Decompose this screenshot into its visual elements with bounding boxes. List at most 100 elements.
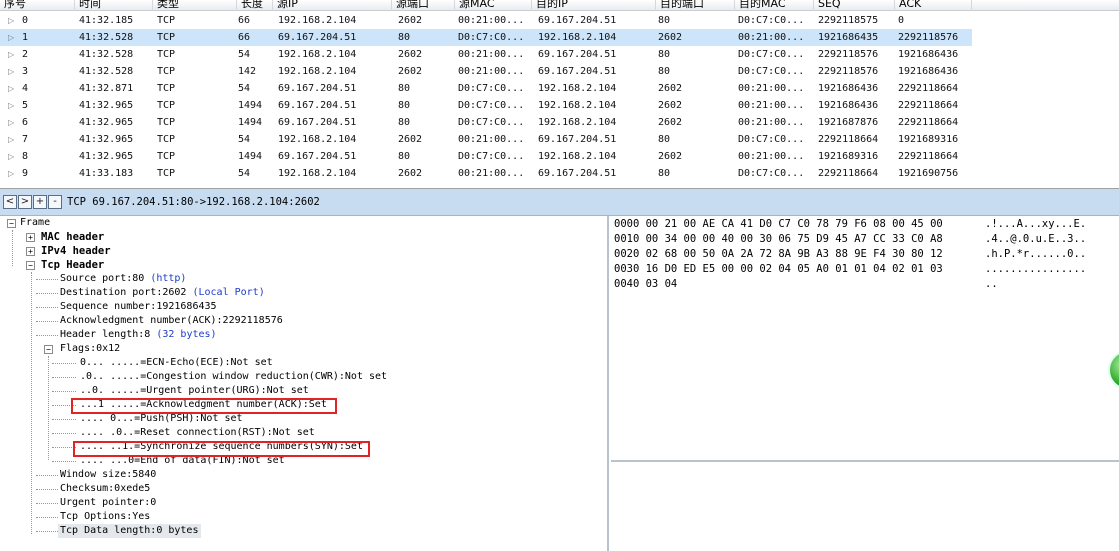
packet-list[interactable]: 序号 时间 类型 长度 源IP 源端口 源MAC 目的IP 目的端口 目的MAC…: [0, 0, 1119, 189]
tree-node-flags[interactable]: Flags:0x12: [60, 342, 120, 356]
ascii-line[interactable]: ..: [985, 277, 998, 291]
row-expand-icon[interactable]: ▷: [8, 29, 14, 46]
tree-node-urgent-pointer[interactable]: Urgent pointer:0: [60, 496, 156, 510]
row-expand-icon[interactable]: ▷: [8, 131, 14, 148]
cell-length: 54: [238, 168, 251, 179]
column-header-dst-ip[interactable]: 目的IP: [532, 0, 656, 11]
tree-node-sequence-number[interactable]: Sequence number:1921686435: [60, 300, 217, 314]
table-row[interactable]: ▷ 8 41:32.965 TCP 1494 69.167.204.51 80 D0:C7:C…: [0, 148, 1119, 165]
column-header-time[interactable]: 时间: [75, 0, 153, 11]
next-button[interactable]: >: [18, 195, 32, 209]
cell-index: 9: [22, 168, 29, 179]
cell-time: 41:32.528: [79, 32, 134, 43]
expand-ipv4-header-icon[interactable]: +: [26, 247, 35, 256]
expand-all-button[interactable]: +: [33, 195, 47, 209]
tree-guide: [36, 531, 58, 532]
cell-type: TCP: [157, 66, 176, 77]
column-header-src-port[interactable]: 源端口: [392, 0, 455, 11]
row-expand-icon[interactable]: ▷: [8, 63, 14, 80]
hex-line[interactable]: 0000 00 21 00 AE CA 41 D0 C7 C0 78 79 F6…: [614, 217, 943, 231]
hex-line[interactable]: 0030 16 D0 ED E5 00 00 02 04 05 A0 01 01…: [614, 262, 943, 276]
cell-type: TCP: [157, 117, 176, 128]
hex-line[interactable]: 0020 02 68 00 50 0A 2A 72 8A 9B A3 88 9E…: [614, 247, 943, 261]
cell-src-ip: 69.167.204.51: [278, 83, 357, 94]
collapse-tcp-header-icon[interactable]: −: [26, 261, 35, 270]
prev-button[interactable]: <: [3, 195, 17, 209]
expand-mac-header-icon[interactable]: +: [26, 233, 35, 242]
tree-node-flag-rst[interactable]: .... .0..=Reset connection(RST):Not set: [80, 426, 315, 440]
table-row[interactable]: ▷ 1 41:32.528 TCP 66 69.167.204.51 80 D0:C7:C0.…: [0, 29, 1119, 46]
table-row[interactable]: ▷ 5 41:32.965 TCP 1494 69.167.204.51 80 D0:C7:C…: [0, 97, 1119, 114]
tree-node-frame[interactable]: Frame: [20, 216, 50, 230]
ascii-line[interactable]: .h.P.*r......0..: [985, 247, 1086, 261]
row-expand-icon[interactable]: ▷: [8, 46, 14, 63]
table-row[interactable]: ▷ 3 41:32.528 TCP 142 192.168.2.104 2602 00:21:…: [0, 63, 1119, 80]
cell-time: 41:32.528: [79, 49, 134, 60]
cell-time: 41:32.965: [79, 117, 134, 128]
ascii-line[interactable]: .!...A...xy...E.: [985, 217, 1086, 231]
cell-type: TCP: [157, 134, 176, 145]
cell-dst-mac: D0:C7:C0...: [738, 49, 805, 60]
ascii-line[interactable]: ................: [985, 262, 1086, 276]
column-header-dst-port[interactable]: 目的端口: [656, 0, 735, 11]
row-expand-icon[interactable]: ▷: [8, 114, 14, 131]
cell-dst-port: 80: [658, 49, 671, 60]
hex-line[interactable]: 0040 03 04: [614, 277, 677, 291]
row-expand-icon[interactable]: ▷: [8, 148, 14, 165]
tree-node-flag-cwr[interactable]: .0.. .....=Congestion window reduction(C…: [80, 370, 387, 384]
tree-node-flag-ece[interactable]: 0... .....=ECN-Echo(ECE):Not set: [80, 356, 273, 370]
column-header-seq[interactable]: SEQ: [814, 0, 895, 11]
column-header-dst-mac[interactable]: 目的MAC: [735, 0, 814, 11]
table-row[interactable]: ▷ 9 41:33.183 TCP 54 192.168.2.104 2602 00:21:0…: [0, 165, 1119, 182]
cell-dst-mac: 00:21:00...: [738, 32, 805, 43]
table-row-partial: [0, 182, 1119, 188]
collapse-frame-icon[interactable]: −: [7, 219, 16, 228]
column-header-type[interactable]: 类型: [153, 0, 237, 11]
tree-node-tcp-data-length[interactable]: Tcp Data length:0 bytes: [58, 524, 202, 538]
table-row[interactable]: ▷ 2 41:32.528 TCP 54 192.168.2.104 2602 00:21:0…: [0, 46, 1119, 63]
table-row[interactable]: ▷ 6 41:32.965 TCP 1494 69.167.204.51 80 D0:C7:C…: [0, 114, 1119, 131]
tree-node-window-size[interactable]: Window size:5840: [60, 468, 156, 482]
tree-node-source-port[interactable]: Source port:80 (http): [60, 272, 186, 286]
protocol-tree[interactable]: − Frame + MAC header + IPv4 header − Tcp…: [0, 216, 609, 551]
column-header-ack[interactable]: ACK: [895, 0, 972, 11]
row-expand-icon[interactable]: ▷: [8, 97, 14, 114]
row-expand-icon[interactable]: ▷: [8, 12, 14, 29]
tree-node-flag-psh[interactable]: .... 0...=Push(PSH):Not set: [80, 412, 243, 426]
table-row[interactable]: ▷ 4 41:32.871 TCP 54 69.167.204.51 80 D0:C7:C0.…: [0, 80, 1119, 97]
tree-node-mac-header[interactable]: MAC header: [41, 230, 104, 244]
column-header-index[interactable]: 序号: [0, 0, 75, 11]
hex-dump-pane[interactable]: 0000 00 21 00 AE CA 41 D0 C7 C0 78 79 F6…: [611, 216, 1119, 462]
tree-node-tcp-header[interactable]: Tcp Header: [41, 258, 104, 272]
row-expand-icon[interactable]: ▷: [8, 80, 14, 97]
column-header-src-mac[interactable]: 源MAC: [455, 0, 532, 11]
cell-length: 54: [238, 49, 251, 60]
tree-node-checksum[interactable]: Checksum:0xede5: [60, 482, 150, 496]
tree-node-destination-port[interactable]: Destination port:2602 (Local Port): [60, 286, 265, 300]
cell-index: 7: [22, 134, 29, 145]
tree-node-header-length[interactable]: Header length:8 (32 bytes): [60, 328, 217, 342]
tree-guide: [36, 489, 58, 490]
cell-src-mac: 00:21:00...: [458, 15, 525, 26]
table-row[interactable]: ▷ 7 41:32.965 TCP 54 192.168.2.104 2602 00:21:0…: [0, 131, 1119, 148]
cell-src-mac: 00:21:00...: [458, 66, 525, 77]
tree-node-ipv4-header[interactable]: IPv4 header: [41, 244, 111, 258]
column-header-length[interactable]: 长度: [237, 0, 273, 11]
cell-length: 66: [238, 32, 251, 43]
collapse-flags-icon[interactable]: −: [44, 345, 53, 354]
ascii-line[interactable]: .4..@.0.u.E..3..: [985, 232, 1086, 246]
tree-node-tcp-options[interactable]: Tcp Options:Yes: [60, 510, 150, 524]
cell-index: 1: [22, 32, 29, 43]
cell-type: TCP: [157, 168, 176, 179]
row-expand-icon[interactable]: ▷: [8, 165, 14, 182]
table-row[interactable]: ▷ 0 41:32.185 TCP 66 192.168.2.104 2602 00:21:0…: [0, 12, 1119, 29]
tree-guide: [36, 335, 58, 336]
cell-src-port: 2602: [398, 134, 423, 145]
hex-line[interactable]: 0010 00 34 00 00 40 00 30 06 75 D9 45 A7…: [614, 232, 943, 246]
tree-node-flag-urg[interactable]: ..0. .....=Urgent pointer(URG):Not set: [80, 384, 309, 398]
collapse-all-button[interactable]: -: [48, 195, 62, 209]
cell-src-mac: D0:C7:C0...: [458, 100, 525, 111]
column-header-src-ip[interactable]: 源IP: [273, 0, 392, 11]
tree-node-ack-number[interactable]: Acknowledgment number(ACK):2292118576: [60, 314, 283, 328]
cell-src-port: 2602: [398, 168, 423, 179]
